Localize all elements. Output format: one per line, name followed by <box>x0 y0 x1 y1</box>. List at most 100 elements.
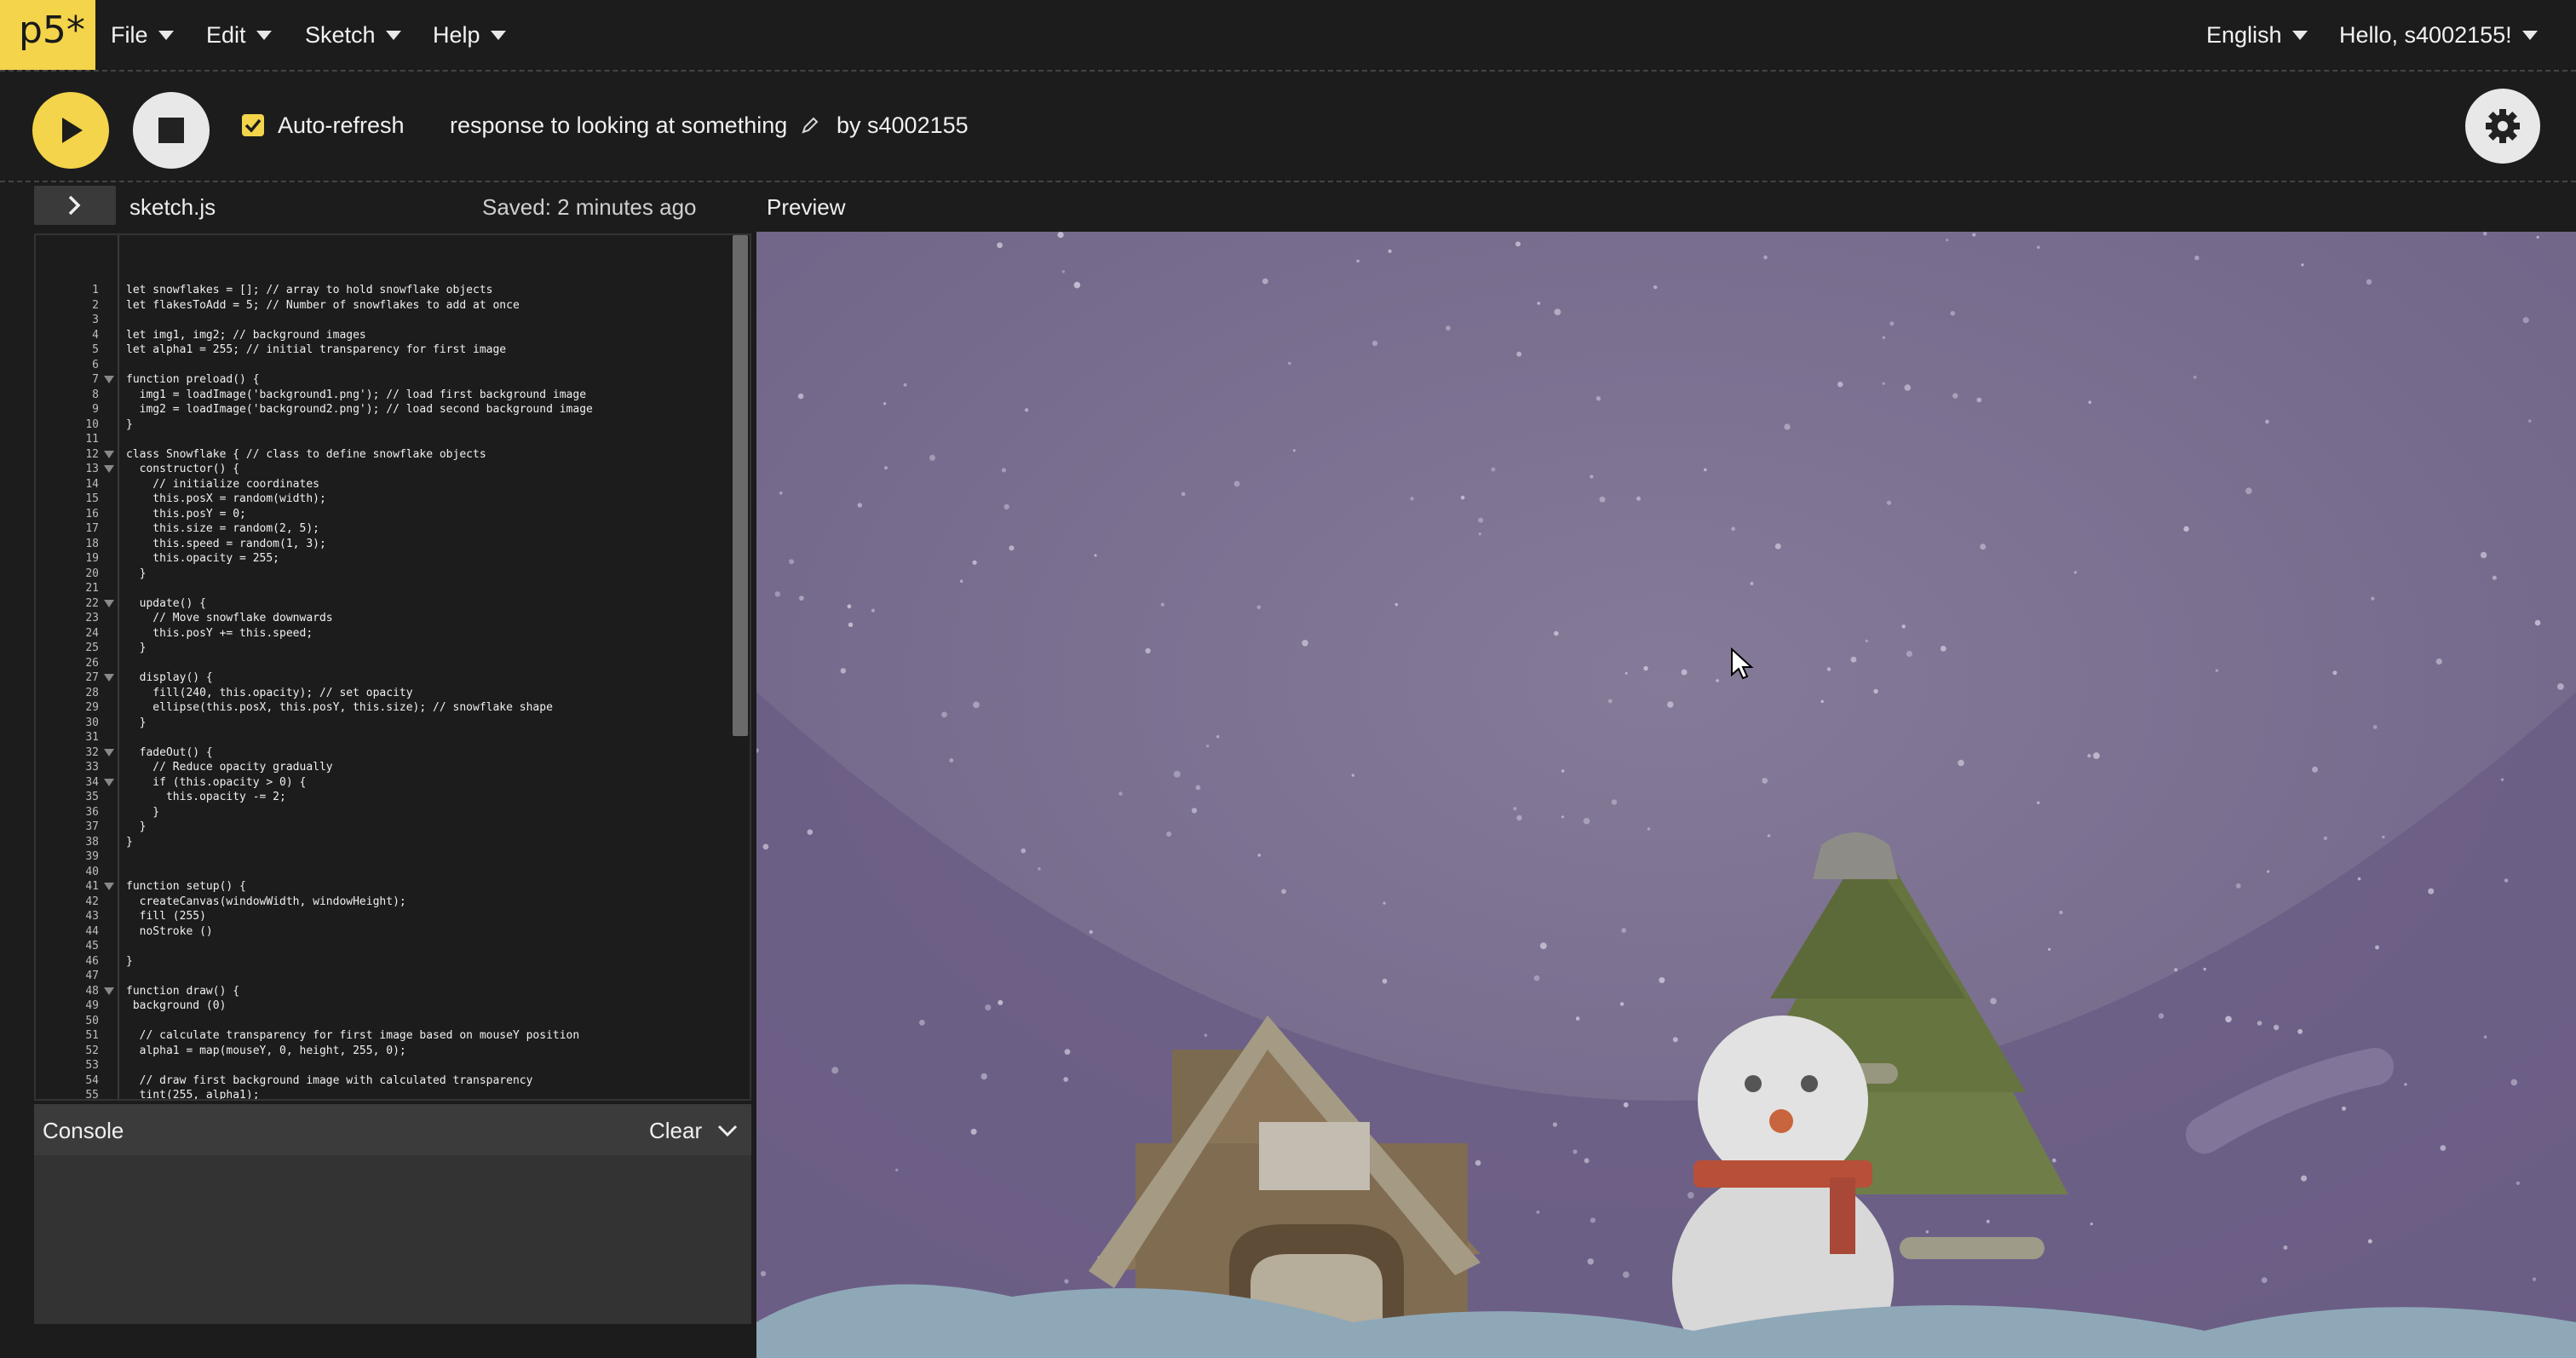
code-text: update() { <box>126 596 206 610</box>
stop-button[interactable] <box>133 92 210 169</box>
preview-scene <box>756 232 2576 1358</box>
snowflake <box>1784 423 1791 430</box>
snowflake <box>2301 263 2304 267</box>
line-number: 9 <box>92 403 99 416</box>
snowflake <box>2357 877 2361 881</box>
fold-arrow-icon[interactable] <box>104 778 114 786</box>
snowflake <box>2536 235 2539 239</box>
sidebar-toggle-button[interactable] <box>34 186 116 225</box>
line-number: 35 <box>85 791 99 803</box>
fold-arrow-icon[interactable] <box>104 748 114 757</box>
code-text: fill (255) <box>126 910 206 923</box>
editor-scrollbar[interactable] <box>733 235 748 736</box>
snowflake <box>1986 1219 1990 1223</box>
snowflake <box>774 591 780 597</box>
snowflake <box>959 579 963 583</box>
fold-arrow-icon[interactable] <box>104 987 114 995</box>
snowflake <box>1587 1258 1594 1265</box>
snowflake <box>1118 791 1123 796</box>
play-button[interactable] <box>32 92 109 169</box>
line-number: 39 <box>85 850 99 863</box>
menu-help[interactable]: Help <box>433 0 506 70</box>
snowflake <box>1906 650 1912 658</box>
fold-arrow-icon[interactable] <box>104 883 114 890</box>
language-menu[interactable]: English <box>2206 0 2308 70</box>
code-text: ellipse(this.posX, this.posY, this.size)… <box>126 701 553 714</box>
menu-sketch[interactable]: Sketch <box>305 0 401 70</box>
menu-edit-label: Edit <box>206 21 246 48</box>
menu-edit[interactable]: Edit <box>206 0 272 70</box>
snowflake <box>1205 745 1210 748</box>
code-text: fadeOut() { <box>126 745 213 759</box>
snowflake <box>1590 475 1594 479</box>
auto-refresh-checkbox[interactable] <box>242 114 264 136</box>
snowman <box>1672 1016 1894 1358</box>
snowflake <box>2323 836 2328 841</box>
snowflake <box>1762 778 1768 784</box>
code-text: } <box>126 716 147 729</box>
snowflake <box>799 596 804 601</box>
language-label: English <box>2206 21 2282 48</box>
auto-refresh-label[interactable]: Auto-refresh <box>278 112 405 139</box>
chevron-down-icon <box>718 1125 738 1137</box>
snowflake <box>1952 393 1958 399</box>
line-number: 5 <box>92 343 99 356</box>
snowflake <box>1681 669 1688 676</box>
code-text: fill(240, this.opacity); // set opacity <box>126 686 413 699</box>
snowflake <box>2059 910 2063 915</box>
snowflake <box>1292 449 1296 452</box>
line-number: 19 <box>85 552 99 565</box>
menu-file[interactable]: File <box>111 0 174 70</box>
snowflake <box>929 454 935 461</box>
fold-arrow-icon[interactable] <box>104 450 114 458</box>
snowflake <box>2528 419 2532 423</box>
caret-down-icon <box>158 30 174 40</box>
snowflake <box>1750 582 1754 585</box>
code-editor[interactable]: 1 let snowflakes = []; // array to hold s… <box>34 233 751 1101</box>
snowflake <box>1216 735 1220 739</box>
pencil-icon[interactable] <box>801 116 819 139</box>
fold-arrow-icon[interactable] <box>104 599 114 607</box>
snowflake <box>2158 1013 2165 1019</box>
fold-arrow-icon[interactable] <box>104 376 114 383</box>
fold-arrow-icon[interactable] <box>104 465 114 473</box>
line-number: 25 <box>85 642 99 654</box>
snowflake <box>2510 1079 2518 1086</box>
line-number: 20 <box>85 567 99 580</box>
saved-status: Saved: 2 minutes ago <box>482 194 697 220</box>
file-name[interactable]: sketch.js <box>129 194 216 221</box>
user-menu[interactable]: Hello, s4002155! <box>2339 0 2538 70</box>
console-clear-button[interactable]: Clear <box>649 1118 739 1144</box>
line-number: 44 <box>85 924 99 938</box>
code-text: this.opacity -= 2; <box>126 791 286 803</box>
snowflake <box>1539 942 1547 950</box>
console-header <box>34 1104 751 1155</box>
line-number: 37 <box>85 820 99 833</box>
settings-button[interactable] <box>2465 89 2540 164</box>
line-number: 30 <box>85 716 99 729</box>
line-number: 10 <box>85 417 99 431</box>
snowflake <box>1388 249 1392 253</box>
snowflake <box>1882 336 1886 339</box>
snowflake <box>970 1128 977 1135</box>
snowflake <box>2367 1239 2372 1244</box>
project-name[interactable]: response to looking at something <box>450 112 787 139</box>
snowflake <box>1763 255 1768 260</box>
snowflake <box>1554 630 1559 636</box>
snowflake <box>1659 977 1665 983</box>
p5-logo[interactable]: p5* <box>0 0 95 70</box>
code-text: let snowflakes = []; // array to hold sn… <box>126 284 493 296</box>
code-text: if (this.opacity > 0) { <box>126 775 307 789</box>
line-number: 38 <box>85 835 99 849</box>
code-text: img1 = loadImage('background1.png'); // … <box>126 388 587 401</box>
snowflake <box>1716 679 1719 682</box>
snowflake <box>1302 640 1308 647</box>
snowflake <box>1976 397 1982 403</box>
code-text: } <box>126 835 133 849</box>
fold-arrow-icon[interactable] <box>104 674 114 682</box>
line-number: 11 <box>85 433 99 446</box>
sketch-preview-canvas[interactable] <box>756 232 2576 1358</box>
snowflake <box>1623 1102 1629 1108</box>
snowflake <box>2225 1016 2232 1023</box>
snowflake <box>760 1270 767 1277</box>
